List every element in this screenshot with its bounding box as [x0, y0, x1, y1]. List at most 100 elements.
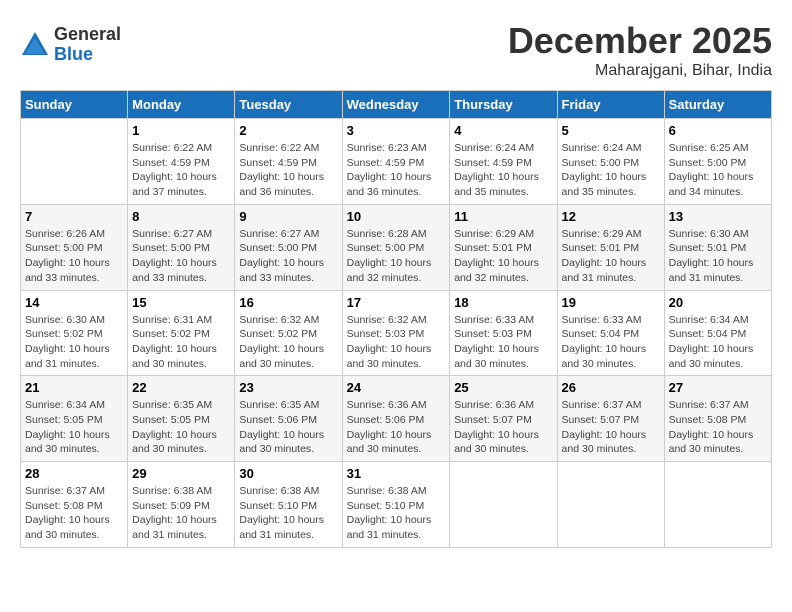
day-detail: Sunrise: 6:36 AM Sunset: 5:07 PM Dayligh…: [454, 398, 552, 457]
weekday-header: Thursday: [450, 91, 557, 119]
calendar-cell: [450, 462, 557, 548]
day-detail: Sunrise: 6:24 AM Sunset: 4:59 PM Dayligh…: [454, 141, 552, 200]
calendar-cell: 1 Sunrise: 6:22 AM Sunset: 4:59 PM Daylig…: [128, 119, 235, 205]
day-detail: Sunrise: 6:35 AM Sunset: 5:06 PM Dayligh…: [239, 398, 337, 457]
calendar-cell: 28Sunrise: 6:37 AM Sunset: 5:08 PM Dayli…: [21, 462, 128, 548]
day-detail: Sunrise: 6:37 AM Sunset: 5:08 PM Dayligh…: [25, 484, 123, 543]
calendar-cell: 7Sunrise: 6:26 AM Sunset: 5:00 PM Daylig…: [21, 204, 128, 290]
weekday-header: Friday: [557, 91, 664, 119]
day-number: 13: [669, 209, 767, 224]
title-area: December 2025 Maharajgani, Bihar, India: [508, 20, 772, 80]
logo-text: General Blue: [54, 25, 121, 65]
day-detail: Sunrise: 6:38 AM Sunset: 5:10 PM Dayligh…: [239, 484, 337, 543]
weekday-header: Wednesday: [342, 91, 450, 119]
day-number: 27: [669, 380, 767, 395]
day-number: 14: [25, 295, 123, 310]
day-detail: Sunrise: 6:24 AM Sunset: 5:00 PM Dayligh…: [562, 141, 660, 200]
day-detail: Sunrise: 6:34 AM Sunset: 5:05 PM Dayligh…: [25, 398, 123, 457]
weekday-header: Monday: [128, 91, 235, 119]
calendar-cell: 3 Sunrise: 6:23 AM Sunset: 4:59 PM Daylig…: [342, 119, 450, 205]
weekday-header: Saturday: [664, 91, 771, 119]
day-number: 15: [132, 295, 230, 310]
day-number: 9: [239, 209, 337, 224]
day-detail: Sunrise: 6:29 AM Sunset: 5:01 PM Dayligh…: [454, 227, 552, 286]
calendar-cell: 23 Sunrise: 6:35 AM Sunset: 5:06 PM Dayli…: [235, 376, 342, 462]
day-number: 6: [669, 123, 767, 138]
logo-icon: [20, 30, 50, 60]
day-number: 10: [347, 209, 446, 224]
calendar-cell: 30 Sunrise: 6:38 AM Sunset: 5:10 PM Dayli…: [235, 462, 342, 548]
day-number: 29: [132, 466, 230, 481]
day-number: 1: [132, 123, 230, 138]
month-title: December 2025: [508, 20, 772, 62]
day-detail: Sunrise: 6:30 AM Sunset: 5:02 PM Dayligh…: [25, 313, 123, 372]
calendar-cell: 25Sunrise: 6:36 AM Sunset: 5:07 PM Dayli…: [450, 376, 557, 462]
day-number: 20: [669, 295, 767, 310]
calendar-cell: 24 Sunrise: 6:36 AM Sunset: 5:06 PM Dayli…: [342, 376, 450, 462]
calendar-header: SundayMondayTuesdayWednesdayThursdayFrid…: [21, 91, 772, 119]
calendar-cell: 11Sunrise: 6:29 AM Sunset: 5:01 PM Dayli…: [450, 204, 557, 290]
header: General Blue December 2025 Maharajgani, …: [20, 20, 772, 80]
calendar-cell: 19 Sunrise: 6:33 AM Sunset: 5:04 PM Dayli…: [557, 290, 664, 376]
calendar-cell: [21, 119, 128, 205]
day-number: 2: [239, 123, 337, 138]
calendar-cell: 12 Sunrise: 6:29 AM Sunset: 5:01 PM Dayli…: [557, 204, 664, 290]
day-detail: Sunrise: 6:33 AM Sunset: 5:03 PM Dayligh…: [454, 313, 552, 372]
calendar-cell: 27 Sunrise: 6:37 AM Sunset: 5:08 PM Dayli…: [664, 376, 771, 462]
calendar-cell: 8 Sunrise: 6:27 AM Sunset: 5:00 PM Daylig…: [128, 204, 235, 290]
day-number: 24: [347, 380, 446, 395]
day-number: 18: [454, 295, 552, 310]
calendar-cell: [664, 462, 771, 548]
calendar-cell: 13 Sunrise: 6:30 AM Sunset: 5:01 PM Dayli…: [664, 204, 771, 290]
location: Maharajgani, Bihar, India: [508, 62, 772, 80]
calendar-body: 1 Sunrise: 6:22 AM Sunset: 4:59 PM Daylig…: [21, 119, 772, 548]
calendar-cell: 20Sunrise: 6:34 AM Sunset: 5:04 PM Dayli…: [664, 290, 771, 376]
calendar-cell: 10 Sunrise: 6:28 AM Sunset: 5:00 PM Dayli…: [342, 204, 450, 290]
day-number: 22: [132, 380, 230, 395]
day-detail: Sunrise: 6:26 AM Sunset: 5:00 PM Dayligh…: [25, 227, 123, 286]
calendar-cell: 16Sunrise: 6:32 AM Sunset: 5:02 PM Dayli…: [235, 290, 342, 376]
day-number: 21: [25, 380, 123, 395]
day-detail: Sunrise: 6:22 AM Sunset: 4:59 PM Dayligh…: [132, 141, 230, 200]
day-detail: Sunrise: 6:38 AM Sunset: 5:10 PM Dayligh…: [347, 484, 446, 543]
day-detail: Sunrise: 6:27 AM Sunset: 5:00 PM Dayligh…: [239, 227, 337, 286]
day-number: 23: [239, 380, 337, 395]
day-detail: Sunrise: 6:27 AM Sunset: 5:00 PM Dayligh…: [132, 227, 230, 286]
day-detail: Sunrise: 6:28 AM Sunset: 5:00 PM Dayligh…: [347, 227, 446, 286]
calendar-cell: 29 Sunrise: 6:38 AM Sunset: 5:09 PM Dayli…: [128, 462, 235, 548]
calendar-week-row: 14 Sunrise: 6:30 AM Sunset: 5:02 PM Dayli…: [21, 290, 772, 376]
day-detail: Sunrise: 6:33 AM Sunset: 5:04 PM Dayligh…: [562, 313, 660, 372]
weekday-header: Sunday: [21, 91, 128, 119]
day-detail: Sunrise: 6:32 AM Sunset: 5:03 PM Dayligh…: [347, 313, 446, 372]
day-detail: Sunrise: 6:23 AM Sunset: 4:59 PM Dayligh…: [347, 141, 446, 200]
calendar-cell: 9 Sunrise: 6:27 AM Sunset: 5:00 PM Daylig…: [235, 204, 342, 290]
day-detail: Sunrise: 6:36 AM Sunset: 5:06 PM Dayligh…: [347, 398, 446, 457]
day-detail: Sunrise: 6:38 AM Sunset: 5:09 PM Dayligh…: [132, 484, 230, 543]
day-detail: Sunrise: 6:37 AM Sunset: 5:08 PM Dayligh…: [669, 398, 767, 457]
calendar-cell: 14 Sunrise: 6:30 AM Sunset: 5:02 PM Dayli…: [21, 290, 128, 376]
logo: General Blue: [20, 25, 121, 65]
logo-general: General: [54, 25, 121, 45]
calendar-cell: 6 Sunrise: 6:25 AM Sunset: 5:00 PM Daylig…: [664, 119, 771, 205]
day-detail: Sunrise: 6:29 AM Sunset: 5:01 PM Dayligh…: [562, 227, 660, 286]
calendar-cell: 2Sunrise: 6:22 AM Sunset: 4:59 PM Daylig…: [235, 119, 342, 205]
calendar-week-row: 1 Sunrise: 6:22 AM Sunset: 4:59 PM Daylig…: [21, 119, 772, 205]
calendar-cell: 5Sunrise: 6:24 AM Sunset: 5:00 PM Daylig…: [557, 119, 664, 205]
day-number: 26: [562, 380, 660, 395]
calendar-cell: 26 Sunrise: 6:37 AM Sunset: 5:07 PM Dayli…: [557, 376, 664, 462]
day-detail: Sunrise: 6:30 AM Sunset: 5:01 PM Dayligh…: [669, 227, 767, 286]
calendar-week-row: 28Sunrise: 6:37 AM Sunset: 5:08 PM Dayli…: [21, 462, 772, 548]
day-detail: Sunrise: 6:35 AM Sunset: 5:05 PM Dayligh…: [132, 398, 230, 457]
calendar-cell: [557, 462, 664, 548]
calendar-cell: 22 Sunrise: 6:35 AM Sunset: 5:05 PM Dayli…: [128, 376, 235, 462]
logo-blue: Blue: [54, 45, 121, 65]
day-number: 12: [562, 209, 660, 224]
day-number: 8: [132, 209, 230, 224]
day-number: 19: [562, 295, 660, 310]
day-number: 30: [239, 466, 337, 481]
day-detail: Sunrise: 6:37 AM Sunset: 5:07 PM Dayligh…: [562, 398, 660, 457]
day-detail: Sunrise: 6:32 AM Sunset: 5:02 PM Dayligh…: [239, 313, 337, 372]
calendar-cell: 4Sunrise: 6:24 AM Sunset: 4:59 PM Daylig…: [450, 119, 557, 205]
day-detail: Sunrise: 6:25 AM Sunset: 5:00 PM Dayligh…: [669, 141, 767, 200]
day-number: 3: [347, 123, 446, 138]
